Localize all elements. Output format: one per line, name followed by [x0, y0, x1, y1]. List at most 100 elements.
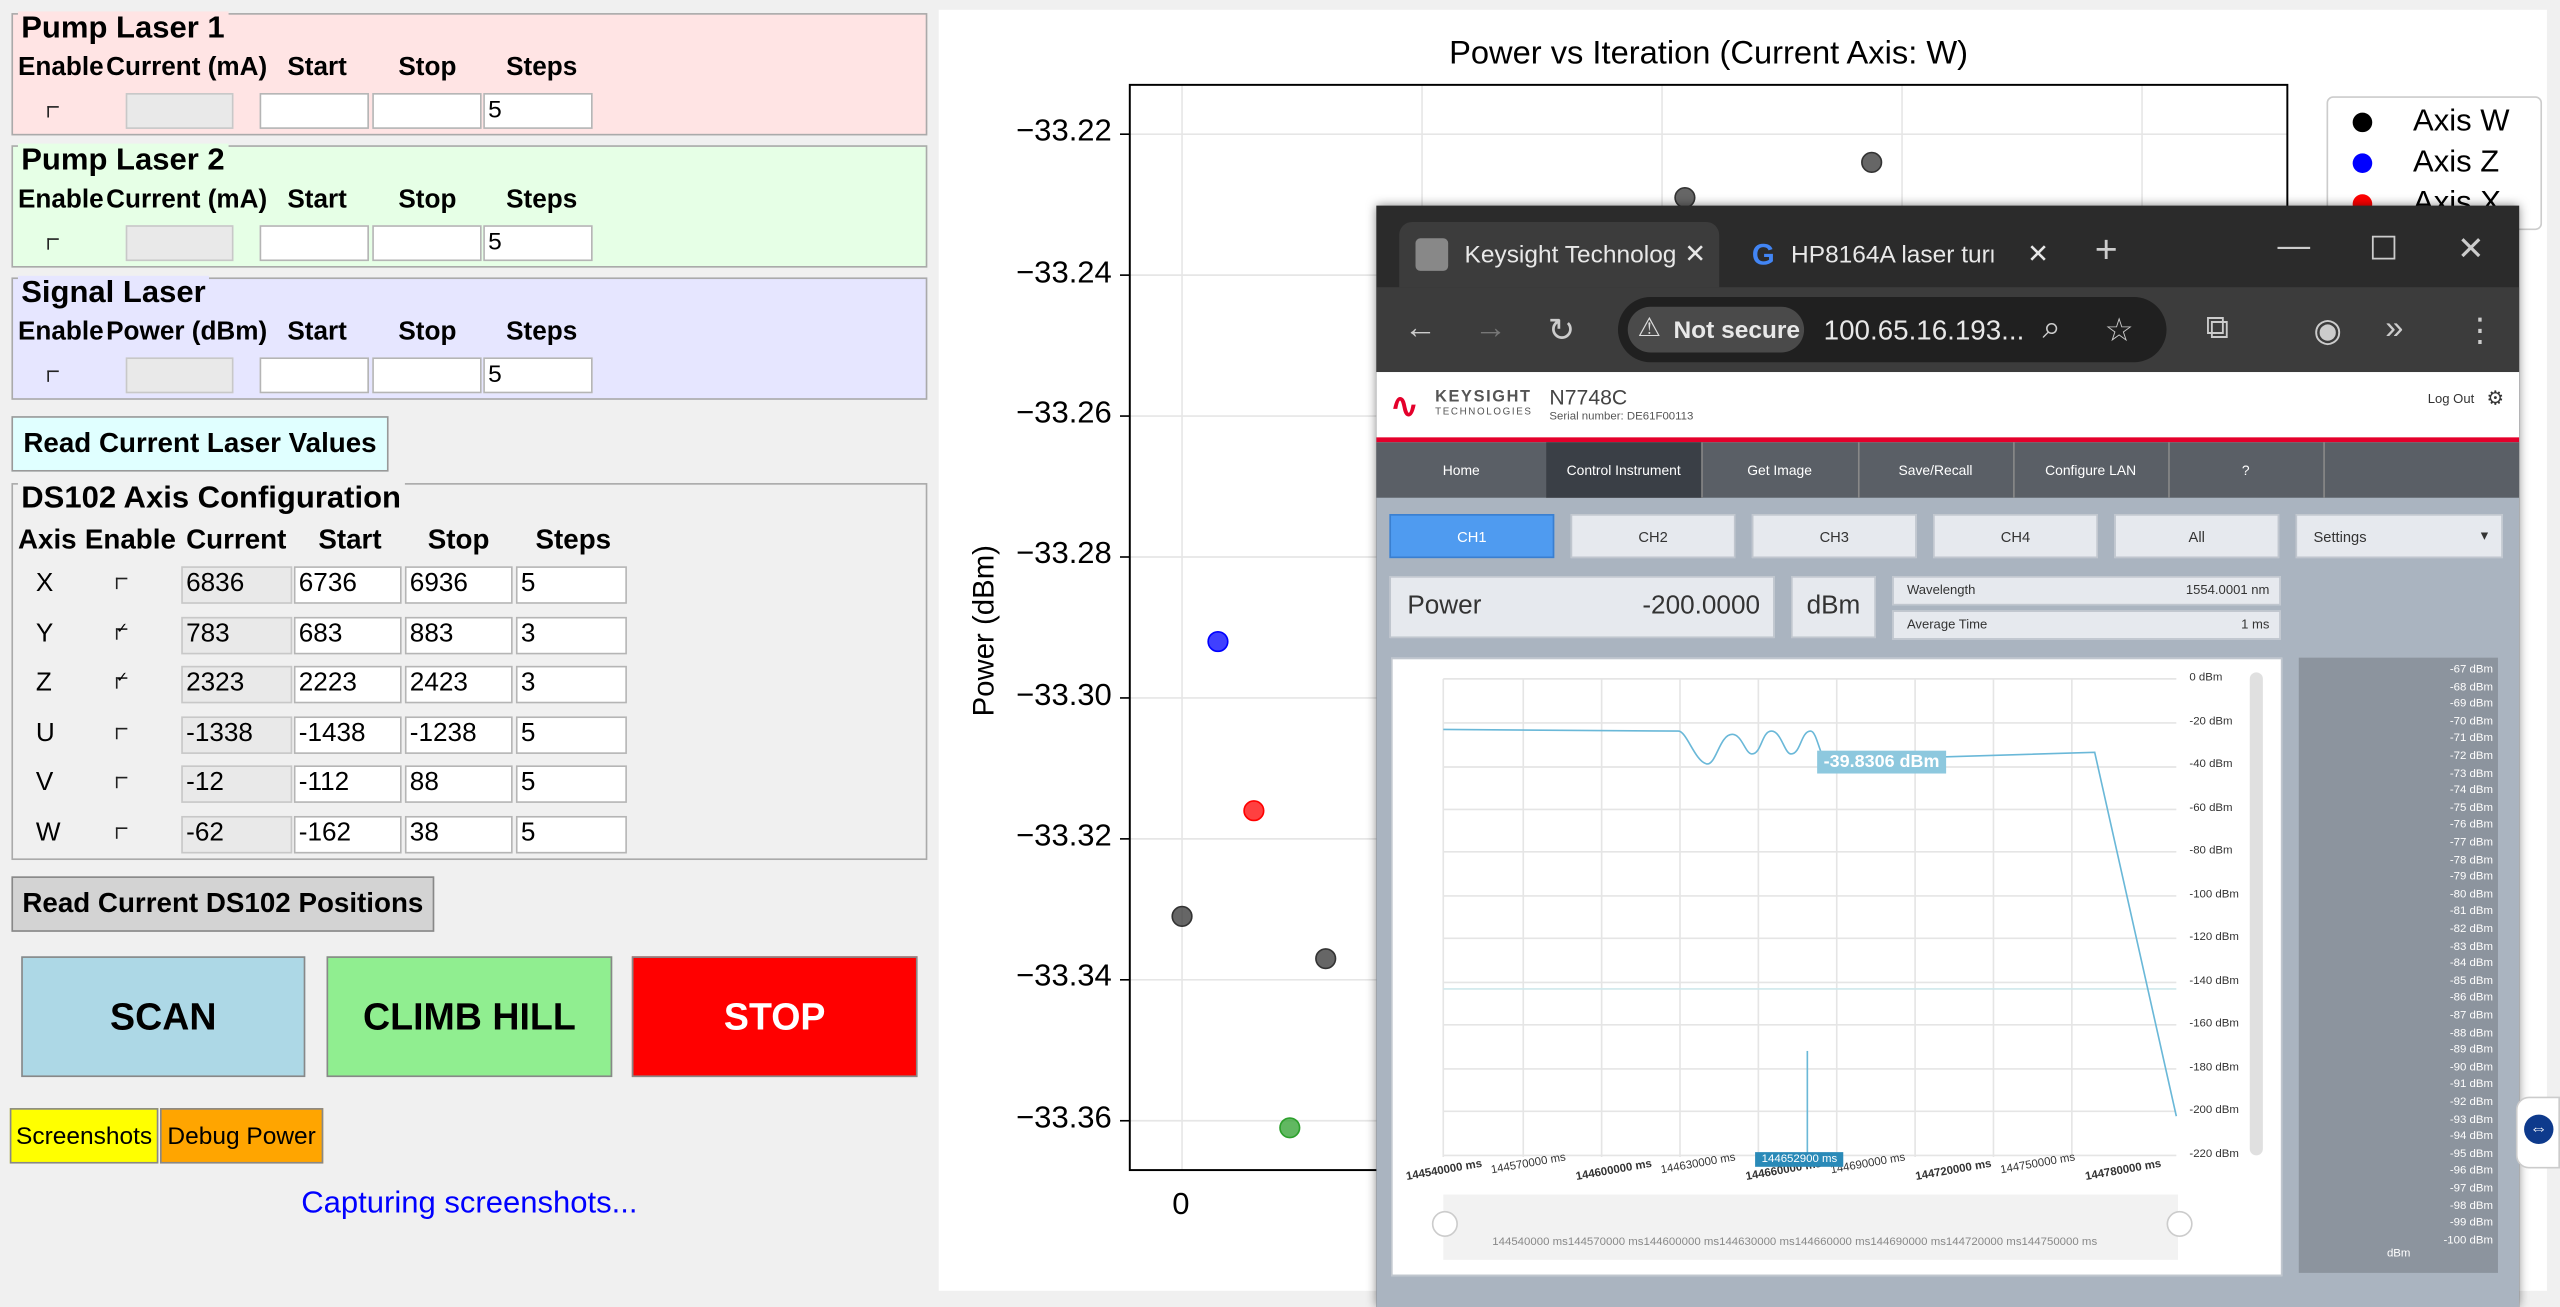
read-ds102-button[interactable]: Read Current DS102 Positions [11, 876, 435, 932]
start-field[interactable] [259, 93, 369, 129]
axis-enable-checkbox[interactable] [115, 777, 128, 789]
current-field[interactable] [125, 93, 234, 129]
signal-laser-group: Signal Laser Enable Power (dBm) Start St… [11, 275, 928, 400]
close-icon[interactable]: ✕ [1684, 238, 1706, 271]
axis-steps-field[interactable]: 3 [515, 666, 627, 704]
minimize-icon[interactable]: — [2278, 228, 2311, 266]
new-tab-icon[interactable]: + [2095, 228, 2118, 274]
axis-enable-checkbox[interactable] [115, 669, 128, 689]
profile-icon[interactable]: ◉ [2313, 310, 2341, 351]
reload-icon[interactable]: ↻ [1548, 310, 1575, 351]
axis-current-field[interactable]: 783 [181, 616, 293, 654]
channel-ch1-button[interactable]: CH1 [1389, 514, 1555, 559]
channel-all-button[interactable]: All [2114, 514, 2280, 559]
url-text[interactable]: 100.65.16.193... [1824, 315, 2025, 348]
enable-checkbox[interactable] [47, 238, 59, 250]
axis-current-field[interactable]: -62 [181, 815, 293, 854]
teamviewer-side-tab[interactable]: ⇔ [2515, 1096, 2560, 1169]
settings-dropdown[interactable]: Settings ▾ [2295, 514, 2503, 559]
extensions-icon[interactable]: ⧉ [2206, 310, 2229, 348]
axis-current-field[interactable]: 2323 [181, 666, 293, 704]
nav-bar: Home Control Instrument Get Image Save/R… [1376, 442, 2520, 498]
enable-checkbox[interactable] [47, 106, 59, 118]
nav-home[interactable]: Home [1376, 442, 1548, 498]
close-icon[interactable]: ✕ [2027, 238, 2049, 271]
axis-stop-field[interactable]: -1238 [404, 716, 513, 754]
channel-ch2-button[interactable]: CH2 [1570, 514, 1736, 559]
steps-field[interactable]: 5 [483, 357, 593, 394]
tab-keysight[interactable]: Keysight Technologies ✕ [1399, 221, 1720, 288]
axis-enable-checkbox[interactable] [115, 727, 128, 739]
axis-start-field[interactable]: 683 [293, 616, 402, 654]
axis-stop-field[interactable]: 883 [404, 616, 513, 654]
enable-checkbox[interactable] [47, 370, 59, 382]
axis-label: Y [35, 619, 54, 648]
vertical-slider[interactable] [2249, 672, 2263, 1156]
axis-steps-field[interactable]: 5 [515, 815, 627, 854]
current-field[interactable] [125, 225, 234, 262]
tab-hp8164a[interactable]: G HP8164A laser turn ✕ [1736, 222, 2063, 287]
steps-field[interactable]: 5 [483, 93, 593, 129]
nav-configure-lan[interactable]: Configure LAN [2013, 442, 2170, 498]
nav-control-instrument[interactable]: Control Instrument [1546, 442, 1703, 498]
axis-steps-field[interactable]: 5 [515, 566, 627, 604]
stop-field[interactable] [372, 93, 482, 129]
stop-button[interactable]: STOP [631, 956, 918, 1078]
axis-current-field[interactable]: -1338 [181, 716, 293, 754]
steps-field[interactable]: 5 [483, 225, 593, 262]
axis-steps-field[interactable]: 5 [515, 716, 627, 754]
axis-start-field[interactable]: -162 [293, 815, 402, 854]
header-stop: Stop [398, 318, 457, 346]
overview-right-handle[interactable] [2166, 1210, 2193, 1237]
axis-stop-field[interactable]: 6936 [404, 566, 513, 604]
logout-link[interactable]: Log Out [2428, 392, 2474, 407]
dbm-list-item: -76 dBm [2449, 819, 2494, 832]
axis-start-field[interactable]: -1438 [293, 716, 402, 754]
overview-left-handle[interactable] [1431, 1210, 1458, 1237]
axis-current-field[interactable]: 6836 [181, 566, 293, 604]
climb-hill-button[interactable]: CLIMB HILL [326, 956, 613, 1078]
stop-field[interactable] [372, 357, 482, 394]
zoom-icon[interactable]: ⌕ [2042, 310, 2060, 348]
cursor-x-label: 144652900 ms [1755, 1152, 1844, 1167]
brand-name: KEYSIGHT [1435, 388, 1532, 407]
axis-steps-field[interactable]: 3 [515, 616, 627, 654]
gear-icon[interactable]: ⚙ [2487, 387, 2505, 410]
window-close-icon[interactable]: ✕ [2457, 228, 2484, 269]
dbm-list-item: -79 dBm [2449, 871, 2494, 884]
axis-enable-checkbox[interactable] [115, 827, 128, 839]
axis-start-field[interactable]: 6736 [293, 566, 402, 604]
help-icon[interactable]: ? [2168, 442, 2325, 498]
debug-power-button[interactable]: Debug Power [160, 1108, 324, 1164]
power-field[interactable] [125, 357, 234, 394]
axis-stop-field[interactable]: 88 [404, 766, 513, 804]
axis-stop-field[interactable]: 38 [404, 815, 513, 854]
nav-get-image[interactable]: Get Image [1701, 442, 1860, 498]
read-laser-values-button[interactable]: Read Current Laser Values [11, 416, 389, 472]
channel-ch3-button[interactable]: CH3 [1751, 514, 1917, 559]
dbm-bar-panel: -67 dBm -68 dBm -69 dBm -70 dBm -71 dBm -72 d… [2298, 657, 2498, 1273]
start-field[interactable] [259, 357, 369, 394]
axis-enable-checkbox[interactable] [115, 619, 128, 640]
start-field[interactable] [259, 225, 369, 262]
channel-ch4-button[interactable]: CH4 [1933, 514, 2098, 559]
legend-label-z: Axis Z [2413, 145, 2500, 180]
scale-label: -120 dBm [2189, 931, 2239, 944]
axis-enable-checkbox[interactable] [115, 577, 128, 590]
nav-save-recall[interactable]: Save/Recall [1858, 442, 2015, 498]
scan-button[interactable]: SCAN [21, 956, 306, 1078]
axis-start-field[interactable]: 2223 [293, 666, 402, 704]
bookmark-star-icon[interactable]: ☆ [2104, 310, 2133, 351]
axis-steps-field[interactable]: 5 [515, 766, 627, 804]
axis-start-field[interactable]: -112 [293, 766, 402, 804]
overflow-chevrons-icon[interactable]: » [2385, 310, 2403, 348]
screenshots-button[interactable]: Screenshots [9, 1108, 159, 1164]
back-icon[interactable]: ← [1404, 310, 1437, 348]
menu-icon[interactable]: ⋮ [2464, 310, 2497, 351]
maximize-icon[interactable]: ☐ [2369, 228, 2398, 269]
overview-strip[interactable]: 144540000 ms144570000 ms144600000 ms1446… [1443, 1194, 2178, 1260]
axis-current-field[interactable]: -12 [181, 766, 293, 804]
stop-field[interactable] [372, 225, 482, 262]
forward-icon[interactable]: → [1474, 310, 1507, 348]
axis-stop-field[interactable]: 2423 [404, 666, 513, 704]
